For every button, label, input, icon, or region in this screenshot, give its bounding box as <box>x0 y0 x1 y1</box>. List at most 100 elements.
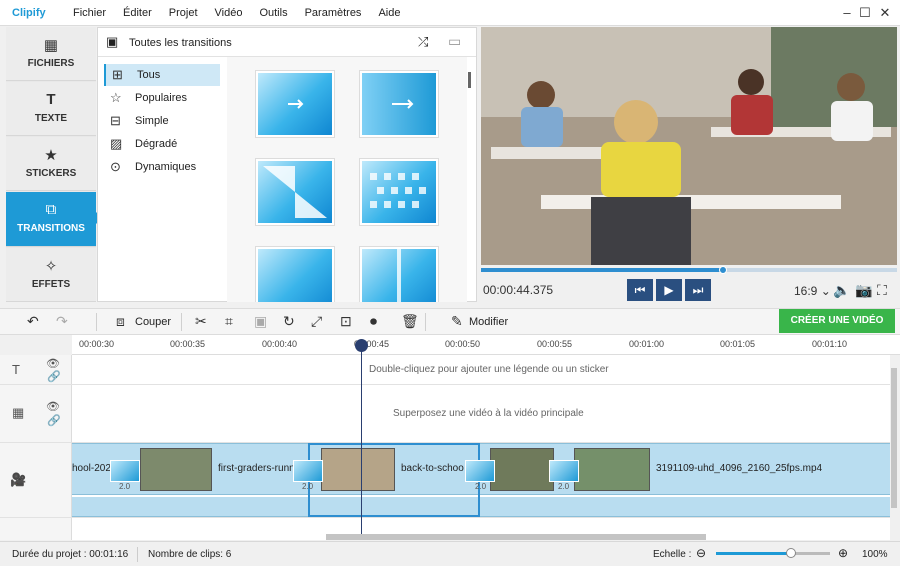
maximize-icon[interactable]: ☐ <box>856 4 874 22</box>
transition-thumb[interactable] <box>360 247 438 302</box>
transition-marker[interactable] <box>465 460 495 482</box>
category-all[interactable]: ⊞ Tous <box>104 64 220 86</box>
delete-icon[interactable]: 🗑 <box>401 313 419 330</box>
clip-thumbnail[interactable] <box>321 448 395 491</box>
thumb-scrollbar[interactable] <box>468 72 471 88</box>
modify-button[interactable]: Modifier <box>469 316 508 328</box>
clip-label: 3191109-uhd_4096_2160_25fps.mp4 <box>656 463 823 474</box>
toolbar-divider <box>96 313 97 331</box>
transition-marker[interactable] <box>293 460 323 482</box>
ruler-tick: 00:01:00 <box>629 339 665 349</box>
resize-icon[interactable]: ⤢ <box>311 313 322 330</box>
volume-icon[interactable]: 🔈 <box>833 282 850 299</box>
link-icon[interactable]: 🔗 <box>47 370 61 383</box>
menu-bar: Fichier Éditer Projet Vidéo Outils Param… <box>73 7 417 19</box>
transition-marker[interactable] <box>110 460 140 482</box>
undo-icon[interactable]: ↶ <box>27 313 39 330</box>
editing-toolbar: ↶ ↷ ⧈ Couper ✂ ⌗ ▣ ↻ ⤢ ⊡ ⏺ 🗑 ✎ Modifier <box>0 308 900 335</box>
tab-stickers-label: STICKERS <box>25 168 77 179</box>
ruler-tick: 00:01:05 <box>720 339 756 349</box>
audio-track[interactable] <box>72 497 890 517</box>
menu-edit[interactable]: Éditer <box>123 7 152 19</box>
category-popular[interactable]: ☆ Populaires <box>104 87 220 109</box>
rotate-icon[interactable]: ↻ <box>283 313 295 330</box>
create-video-button[interactable]: CRÉER UNE VIDÉO <box>779 309 895 333</box>
transitions-panel: ▣ Toutes les transitions ⤮ ▭ ⊞ Tous ☆ Popu… <box>97 27 477 302</box>
category-gradient-label: Dégradé <box>135 138 178 150</box>
prev-frame-button[interactable]: ⏮ <box>627 279 653 301</box>
seek-bar-progress <box>481 268 723 272</box>
track-headers <box>0 355 72 540</box>
panel-title: Toutes les transitions <box>129 37 232 49</box>
eye-icon[interactable]: 👁 <box>46 357 60 370</box>
crop-icon[interactable]: ⌗ <box>225 313 233 330</box>
status-divider <box>137 547 138 562</box>
clip-count: Nombre de clips: 6 <box>148 549 232 560</box>
clip-thumbnail[interactable] <box>490 448 554 491</box>
transition-thumb[interactable] <box>360 159 438 225</box>
toolbar-divider <box>425 313 426 331</box>
tab-stickers[interactable]: ★ STICKERS <box>6 137 96 191</box>
close-icon[interactable]: ✕ <box>876 4 894 22</box>
fullscreen-icon[interactable]: ⛶ <box>877 282 887 299</box>
chevron-down-icon: ⌄ <box>820 284 831 298</box>
redo-icon[interactable]: ↷ <box>56 313 68 330</box>
category-simple[interactable]: ⊟ Simple <box>104 110 220 132</box>
transition-thumb[interactable] <box>360 71 438 137</box>
track-divider <box>0 517 890 518</box>
apply-all-icon[interactable]: ▭ <box>448 33 461 50</box>
seek-handle[interactable] <box>719 266 727 274</box>
video-preview[interactable] <box>481 27 897 265</box>
zoom-in-icon[interactable]: ⊕ <box>838 546 848 560</box>
category-all-label: Tous <box>137 69 161 81</box>
tab-text[interactable]: T TEXTE <box>6 82 96 136</box>
menu-project[interactable]: Projet <box>169 7 198 19</box>
category-dynamic[interactable]: ⊙ Dynamiques <box>104 156 220 178</box>
playhead-handle[interactable] <box>355 339 368 352</box>
gradient-icon: ▨ <box>110 136 123 151</box>
timeline-ruler[interactable]: 00:00:30 00:00:35 00:00:40 00:00:45 00:0… <box>72 335 900 355</box>
shuffle-icon[interactable]: ⤮ <box>418 34 428 50</box>
tab-transitions[interactable]: ⧉ TRANSITIONS <box>6 192 102 247</box>
zoom-out-icon[interactable]: ⊖ <box>696 546 706 560</box>
split-icon[interactable]: ⧈ <box>116 313 125 330</box>
cut-button[interactable]: Couper <box>135 316 171 328</box>
menu-file[interactable]: Fichier <box>73 7 106 19</box>
ruler-tick: 00:00:30 <box>79 339 115 349</box>
ruler-tick: 00:00:55 <box>537 339 573 349</box>
menu-help[interactable]: Aide <box>378 7 400 19</box>
transition-thumb[interactable] <box>256 71 334 137</box>
play-button[interactable]: ▶ <box>656 279 682 301</box>
horizontal-scroll-thumb[interactable] <box>326 534 706 540</box>
scissors-icon[interactable]: ✂ <box>195 313 207 330</box>
freeze-icon[interactable]: ▣ <box>254 313 267 330</box>
minimize-icon[interactable]: – <box>838 4 856 22</box>
tab-files[interactable]: ▦ FICHIERS <box>6 27 96 81</box>
category-popular-label: Populaires <box>135 92 187 104</box>
zoom-slider-handle[interactable] <box>786 548 796 558</box>
playhead-line <box>361 340 362 540</box>
menu-video[interactable]: Vidéo <box>215 7 243 19</box>
menu-settings[interactable]: Paramètres <box>305 7 362 19</box>
link-icon[interactable]: 🔗 <box>47 414 61 427</box>
ruler-tick: 00:00:50 <box>445 339 481 349</box>
category-gradient[interactable]: ▨ Dégradé <box>104 133 220 155</box>
record-icon[interactable]: ⏺ <box>370 313 377 330</box>
clip-thumbnail[interactable] <box>574 448 650 491</box>
edit-icon[interactable]: ✎ <box>451 313 463 330</box>
transition-marker[interactable] <box>549 460 579 482</box>
ruler-tick: 00:00:35 <box>170 339 206 349</box>
tab-effects[interactable]: ✧ EFFETS <box>6 248 96 302</box>
clip-thumbnail[interactable] <box>140 448 212 491</box>
stabilize-icon[interactable]: ⊡ <box>340 313 352 330</box>
eye-icon[interactable]: 👁 <box>46 400 60 413</box>
transition-thumb[interactable] <box>256 247 334 302</box>
grid-icon: ⊞ <box>112 67 123 82</box>
transition-thumb[interactable] <box>256 159 334 225</box>
menu-tools[interactable]: Outils <box>259 7 287 19</box>
snapshot-icon[interactable]: 📷 <box>855 282 872 299</box>
vertical-scroll-thumb[interactable] <box>891 368 897 508</box>
aspect-ratio-value: 16:9 <box>794 284 818 298</box>
next-frame-button[interactable]: ⏭ <box>685 279 711 301</box>
aspect-ratio-select[interactable]: 16:9 ⌄ <box>794 284 831 298</box>
